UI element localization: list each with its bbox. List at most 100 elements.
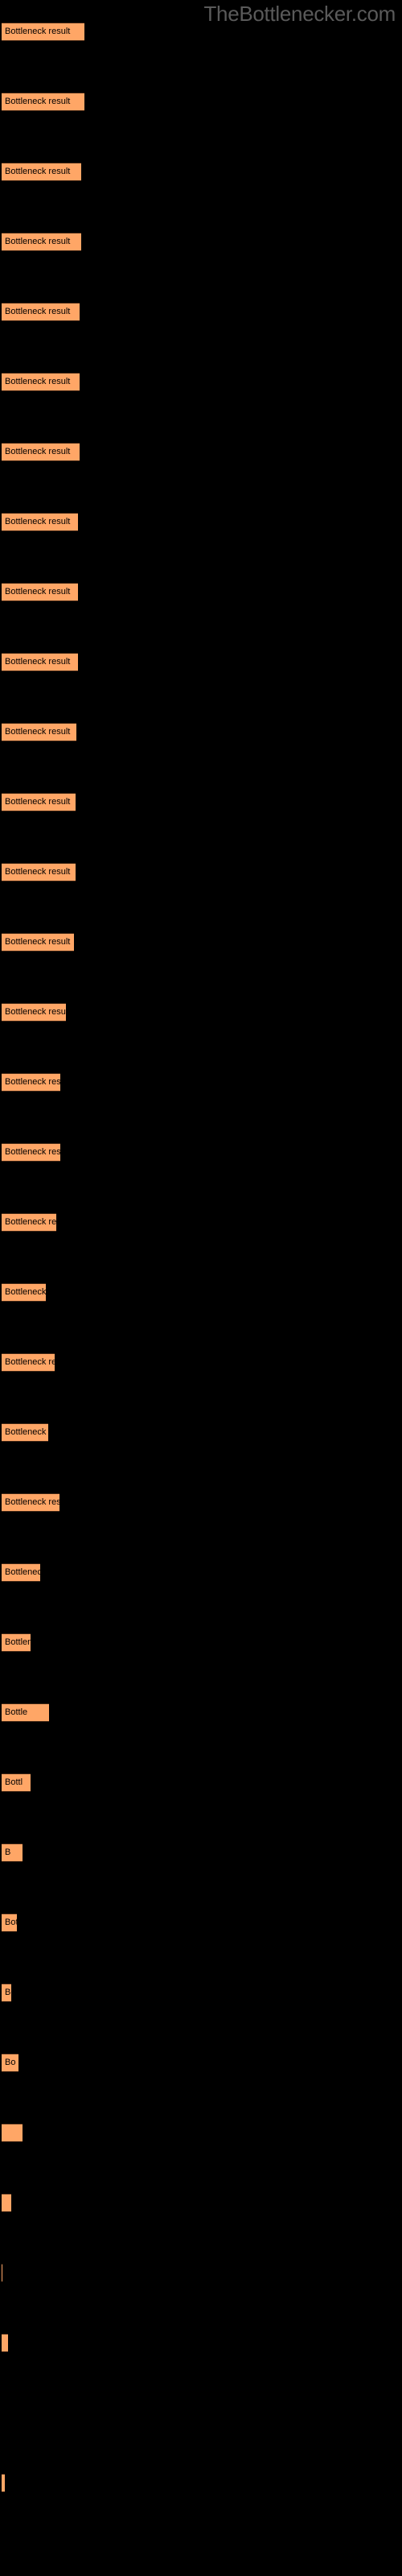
bar-label: Bottleneck re — [5, 1427, 48, 1437]
bottleneck-result-bar[interactable]: Bottleneck re — [2, 1423, 48, 1442]
bar-row — [0, 2264, 402, 2282]
bar-row: Bo — [0, 2054, 402, 2072]
bottleneck-result-bar[interactable]: Bottleneck res — [2, 1353, 55, 1372]
bottleneck-result-bar[interactable]: Bottleneck result — [2, 933, 74, 952]
bar-label: Bottleneck result — [5, 1007, 66, 1017]
bottleneck-result-bar[interactable]: Bottleneck resu — [2, 1073, 60, 1092]
bar-label: Bottleneck result — [5, 1147, 60, 1157]
bar-row: Bottleneck result — [0, 163, 402, 181]
bar-row: Bott — [0, 1913, 402, 1932]
bar-row: Bottle — [0, 1703, 402, 1722]
bar-row: B — [0, 1843, 402, 1862]
bottleneck-result-bar[interactable]: Bottleneck result — [2, 303, 80, 321]
bottleneck-result-bar[interactable]: Bottleneck res — [2, 1213, 56, 1232]
bottleneck-result-bar[interactable]: Bottleneck result — [2, 1143, 60, 1162]
bar-label: Bottleneck — [5, 1287, 46, 1297]
bottleneck-result-bar[interactable]: Bottleneck — [2, 1563, 40, 1582]
bar-row: Bottleneck re — [0, 1423, 402, 1442]
bottleneck-result-bar[interactable]: Bottleneck result — [2, 233, 81, 251]
bar-row: Bottleneck result — [0, 933, 402, 952]
bar-row: Bottleneck result — [0, 793, 402, 811]
bar-label: Bottlen — [5, 1988, 11, 1997]
bottleneck-result-bar[interactable]: Bottleneck result — [2, 373, 80, 391]
bar-row: Bottleneck result — [0, 233, 402, 251]
bar-row — [0, 2124, 402, 2142]
bar-label: Bottleneck res — [5, 1217, 56, 1227]
bar-label: Bottleneck result — [5, 657, 71, 667]
bar-label: Bottleneck resul — [5, 1497, 59, 1507]
bottleneck-result-bar[interactable]: Bo — [2, 2054, 18, 2072]
bar-label: Bottleneck result — [5, 937, 71, 947]
bottleneck-result-bar[interactable]: Bottleneck result — [2, 653, 78, 671]
bar-row: Bottleneck result — [0, 443, 402, 461]
bar-label: Bottleneck result — [5, 587, 71, 597]
bar-row — [0, 2194, 402, 2212]
bottleneck-result-bar[interactable]: Bottle — [2, 1703, 49, 1722]
bottleneck-result-bar[interactable]: Bottleneck result — [2, 723, 76, 741]
bottleneck-result-bar[interactable] — [2, 2474, 5, 2492]
bar-row: Bottleneck result — [0, 723, 402, 741]
bar-label: Bottl — [5, 1777, 23, 1787]
bar-label: B — [5, 1847, 11, 1857]
bar-label: Bottleneck re — [5, 1637, 31, 1647]
bar-label: Bott — [5, 1918, 17, 1927]
bar-label: Bottleneck result — [5, 517, 71, 526]
bar-row: Bottleneck result — [0, 23, 402, 41]
bottleneck-result-bar[interactable]: Bottlen — [2, 1984, 11, 2002]
bottleneck-result-bar[interactable]: Bottleneck result — [2, 513, 78, 531]
bottleneck-result-bar[interactable] — [2, 2334, 8, 2352]
bar-row: Bottleneck result — [0, 373, 402, 391]
bottleneck-result-bar[interactable]: Bottleneck result — [2, 1003, 66, 1022]
bar-row: Bottleneck result — [0, 653, 402, 671]
bar-row: Bottleneck result — [0, 303, 402, 321]
bar-row: Bottleneck — [0, 1563, 402, 1582]
bottleneck-bar-chart: Bottleneck result Bottleneck result Bottle… — [0, 0, 402, 2576]
bar-row: Bottlen — [0, 1984, 402, 2002]
bottleneck-result-bar[interactable]: Bottleneck result — [2, 443, 80, 461]
bar-label: Bottleneck result — [5, 237, 71, 246]
bar-label: Bottleneck result — [5, 447, 71, 456]
bottleneck-result-bar[interactable]: Bottleneck result — [2, 23, 84, 41]
bar-row: Bottleneck result — [0, 1143, 402, 1162]
bar-row: Bottleneck re — [0, 1633, 402, 1652]
bar-row: Bottl — [0, 1773, 402, 1792]
bar-label: Bottleneck result — [5, 167, 71, 176]
bar-label: Bottleneck result — [5, 377, 71, 386]
bar-label: Bottleneck result — [5, 727, 71, 737]
bar-label: Bo — [5, 2058, 16, 2067]
bar-label: Bottleneck result — [5, 867, 71, 877]
bottleneck-result-bar[interactable]: Bottleneck result — [2, 163, 81, 181]
bar-row: Bottleneck resul — [0, 1493, 402, 1512]
bar-row: Bottleneck res — [0, 1213, 402, 1232]
bar-row: Bottleneck — [0, 1283, 402, 1302]
bottleneck-result-bar[interactable]: Bottleneck result — [2, 793, 76, 811]
bottleneck-result-bar[interactable] — [2, 2124, 23, 2142]
bar-label: Bottleneck result — [5, 307, 71, 316]
bar-label: Bottleneck result — [5, 797, 71, 807]
bottleneck-result-bar[interactable]: B — [2, 1843, 23, 1862]
bottleneck-result-bar[interactable] — [2, 2194, 11, 2212]
bar-label: Bottleneck result — [5, 27, 71, 36]
bar-row — [0, 2334, 402, 2352]
bottleneck-result-bar[interactable]: Bottleneck — [2, 1283, 46, 1302]
bar-row: Bottleneck result — [0, 583, 402, 601]
bar-label: Bottleneck result — [5, 97, 71, 106]
bar-row — [0, 2474, 402, 2492]
bottleneck-result-bar[interactable]: Bottl — [2, 1773, 31, 1792]
bottleneck-result-bar[interactable]: Bottleneck re — [2, 1633, 31, 1652]
bottleneck-result-bar[interactable]: Bottleneck result — [2, 863, 76, 881]
bottleneck-result-bar[interactable]: Bottleneck result — [2, 93, 84, 111]
bar-row: Bottleneck result — [0, 1003, 402, 1022]
bottleneck-result-bar[interactable]: Bott — [2, 1913, 17, 1932]
bar-row — [0, 2404, 402, 2422]
bar-row: Bottleneck result — [0, 863, 402, 881]
bar-row: Bottleneck resu — [0, 1073, 402, 1092]
bottleneck-result-bar[interactable]: Bottleneck result — [2, 583, 78, 601]
bar-label: Bottleneck resu — [5, 1077, 60, 1087]
bottleneck-result-bar[interactable]: Bottleneck resul — [2, 1493, 59, 1512]
bar-label: Bottleneck res — [5, 1357, 55, 1367]
bar-label: Bottle — [5, 1707, 28, 1717]
bar-row: Bottleneck result — [0, 93, 402, 111]
bar-row: Bottleneck res — [0, 1353, 402, 1372]
bar-row: Bottleneck result — [0, 513, 402, 531]
